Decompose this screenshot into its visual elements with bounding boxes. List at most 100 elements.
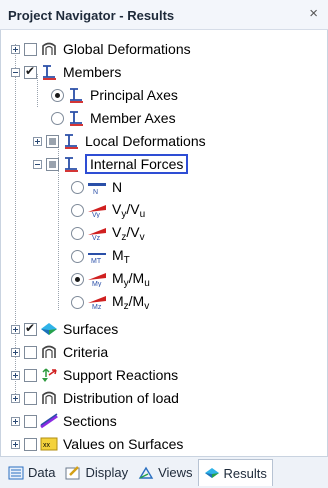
tree-label: Sections [63,413,117,429]
svg-text:Mz: Mz [92,304,102,310]
radio-button[interactable] [71,180,84,194]
tab-label: Display [85,465,129,480]
checkbox[interactable] [24,42,37,56]
display-tab-icon [65,465,80,479]
checkbox[interactable] [24,391,37,405]
sections-icon [40,413,58,429]
expand-icon[interactable] [11,439,20,449]
tree-item-surfaces[interactable]: Surfaces [11,318,118,340]
tree-item-force-vy[interactable]: Vy Vy/Vu [71,199,145,221]
expand-icon[interactable] [11,370,20,380]
tree-label: Vy/Vu [112,200,146,220]
deformation-icon [42,42,56,55]
data-tab-icon [8,466,24,479]
member-icon [65,134,78,149]
svg-text:xx: xx [43,442,51,449]
tree-label: N [112,179,123,195]
checkbox[interactable] [46,134,59,148]
expand-icon[interactable] [11,393,20,403]
force-vz-icon: Vz [88,228,106,241]
tree-item-member-axes[interactable]: Member Axes [51,107,176,129]
tree-label: Support Reactions [63,367,179,383]
tree-label: Principal Axes [90,87,178,103]
criteria-icon [42,345,56,358]
force-mt-icon: MT [88,253,106,264]
svg-text:My: My [92,281,102,287]
checkbox[interactable] [46,157,59,171]
member-icon [43,65,56,80]
radio-button[interactable] [71,249,84,263]
tree-label: Criteria [63,344,109,360]
expand-icon[interactable] [11,324,20,334]
tree-label: Mz/Mv [112,292,150,312]
tree-label: My/Mu [112,269,150,289]
tree-item-force-my[interactable]: My My/Mu [71,268,150,290]
radio-button[interactable] [71,295,84,309]
tree-item-sections[interactable]: Sections [11,410,117,432]
tree-label: Member Axes [90,110,176,126]
tab-data[interactable]: Data [3,460,60,486]
close-icon[interactable]: × [309,5,318,22]
tree-item-force-mt[interactable]: MT MT [71,245,130,267]
tab-label: Views [158,465,193,480]
expand-icon[interactable] [11,416,20,426]
svg-text:MT: MT [91,258,102,264]
tree-item-support-reactions[interactable]: Support Reactions [11,364,178,386]
tree-item-criteria[interactable]: Criteria [11,341,108,363]
checkbox[interactable] [24,437,37,451]
support-reactions-icon [42,368,57,382]
tab-label: Results [223,465,267,481]
checkbox[interactable] [24,368,37,382]
radio-button[interactable] [71,272,84,286]
tree-item-force-vz[interactable]: Vz Vz/Vv [71,222,145,244]
checkbox[interactable] [24,414,37,428]
tab-label: Data [28,465,56,480]
tree-item-local-deformations[interactable]: Local Deformations [33,130,206,152]
navigator-titlebar: Project Navigator - Results × [0,0,328,30]
tree-label: Values on Surfaces [63,436,184,452]
svg-text:N: N [93,189,98,195]
tree-label: Surfaces [63,321,119,337]
member-icon [65,157,78,172]
tab-display[interactable]: Display [60,460,133,486]
tree-label: Distribution of load [63,390,179,406]
tree-item-internal-forces[interactable]: Internal Forces [33,153,189,175]
tree-label: Members [63,64,122,80]
navigator-tree-panel: Global Deformations Members Principal Ax… [0,30,328,456]
tree-item-values-on-surfaces[interactable]: xx Values on Surfaces [11,433,183,455]
tree-item-members[interactable]: Members [11,61,121,83]
expand-icon[interactable] [11,347,20,357]
collapse-icon[interactable] [33,159,42,169]
expand-icon[interactable] [11,44,20,54]
views-tab-icon [138,466,154,479]
load-distribution-icon [42,391,56,404]
checkbox[interactable] [24,345,37,359]
expand-icon[interactable] [33,136,42,146]
member-axes-icon [70,111,83,126]
svg-text:Vy: Vy [92,212,100,218]
radio-button[interactable] [71,203,84,217]
tree-item-force-mz[interactable]: Mz Mz/Mv [71,291,149,313]
tab-views[interactable]: Views [133,460,197,486]
force-n-icon: N [88,183,106,195]
radio-button[interactable] [51,88,64,102]
collapse-icon[interactable] [11,67,20,77]
tree-item-principal-axes[interactable]: Principal Axes [51,84,178,106]
radio-button[interactable] [51,111,64,125]
surfaces-icon [41,323,57,335]
tree-item-global-deformations[interactable]: Global Deformations [11,38,191,60]
tab-results[interactable]: Results [197,459,273,486]
tree-item-force-n[interactable]: N N [71,176,122,198]
navigator-tab-bar: Data Display Views Results [0,456,328,488]
tree-label: Local Deformations [85,133,206,149]
force-vy-icon: Vy [88,205,106,218]
results-tab-icon [204,468,219,478]
values-on-surfaces-icon: xx [40,437,58,451]
checkbox[interactable] [24,321,37,336]
radio-button[interactable] [71,226,84,240]
force-my-icon: My [88,273,106,287]
member-axes-icon [70,88,83,103]
checkbox[interactable] [24,64,37,79]
tree-item-distribution-of-load[interactable]: Distribution of load [11,387,179,409]
svg-text:Vz: Vz [92,235,101,241]
